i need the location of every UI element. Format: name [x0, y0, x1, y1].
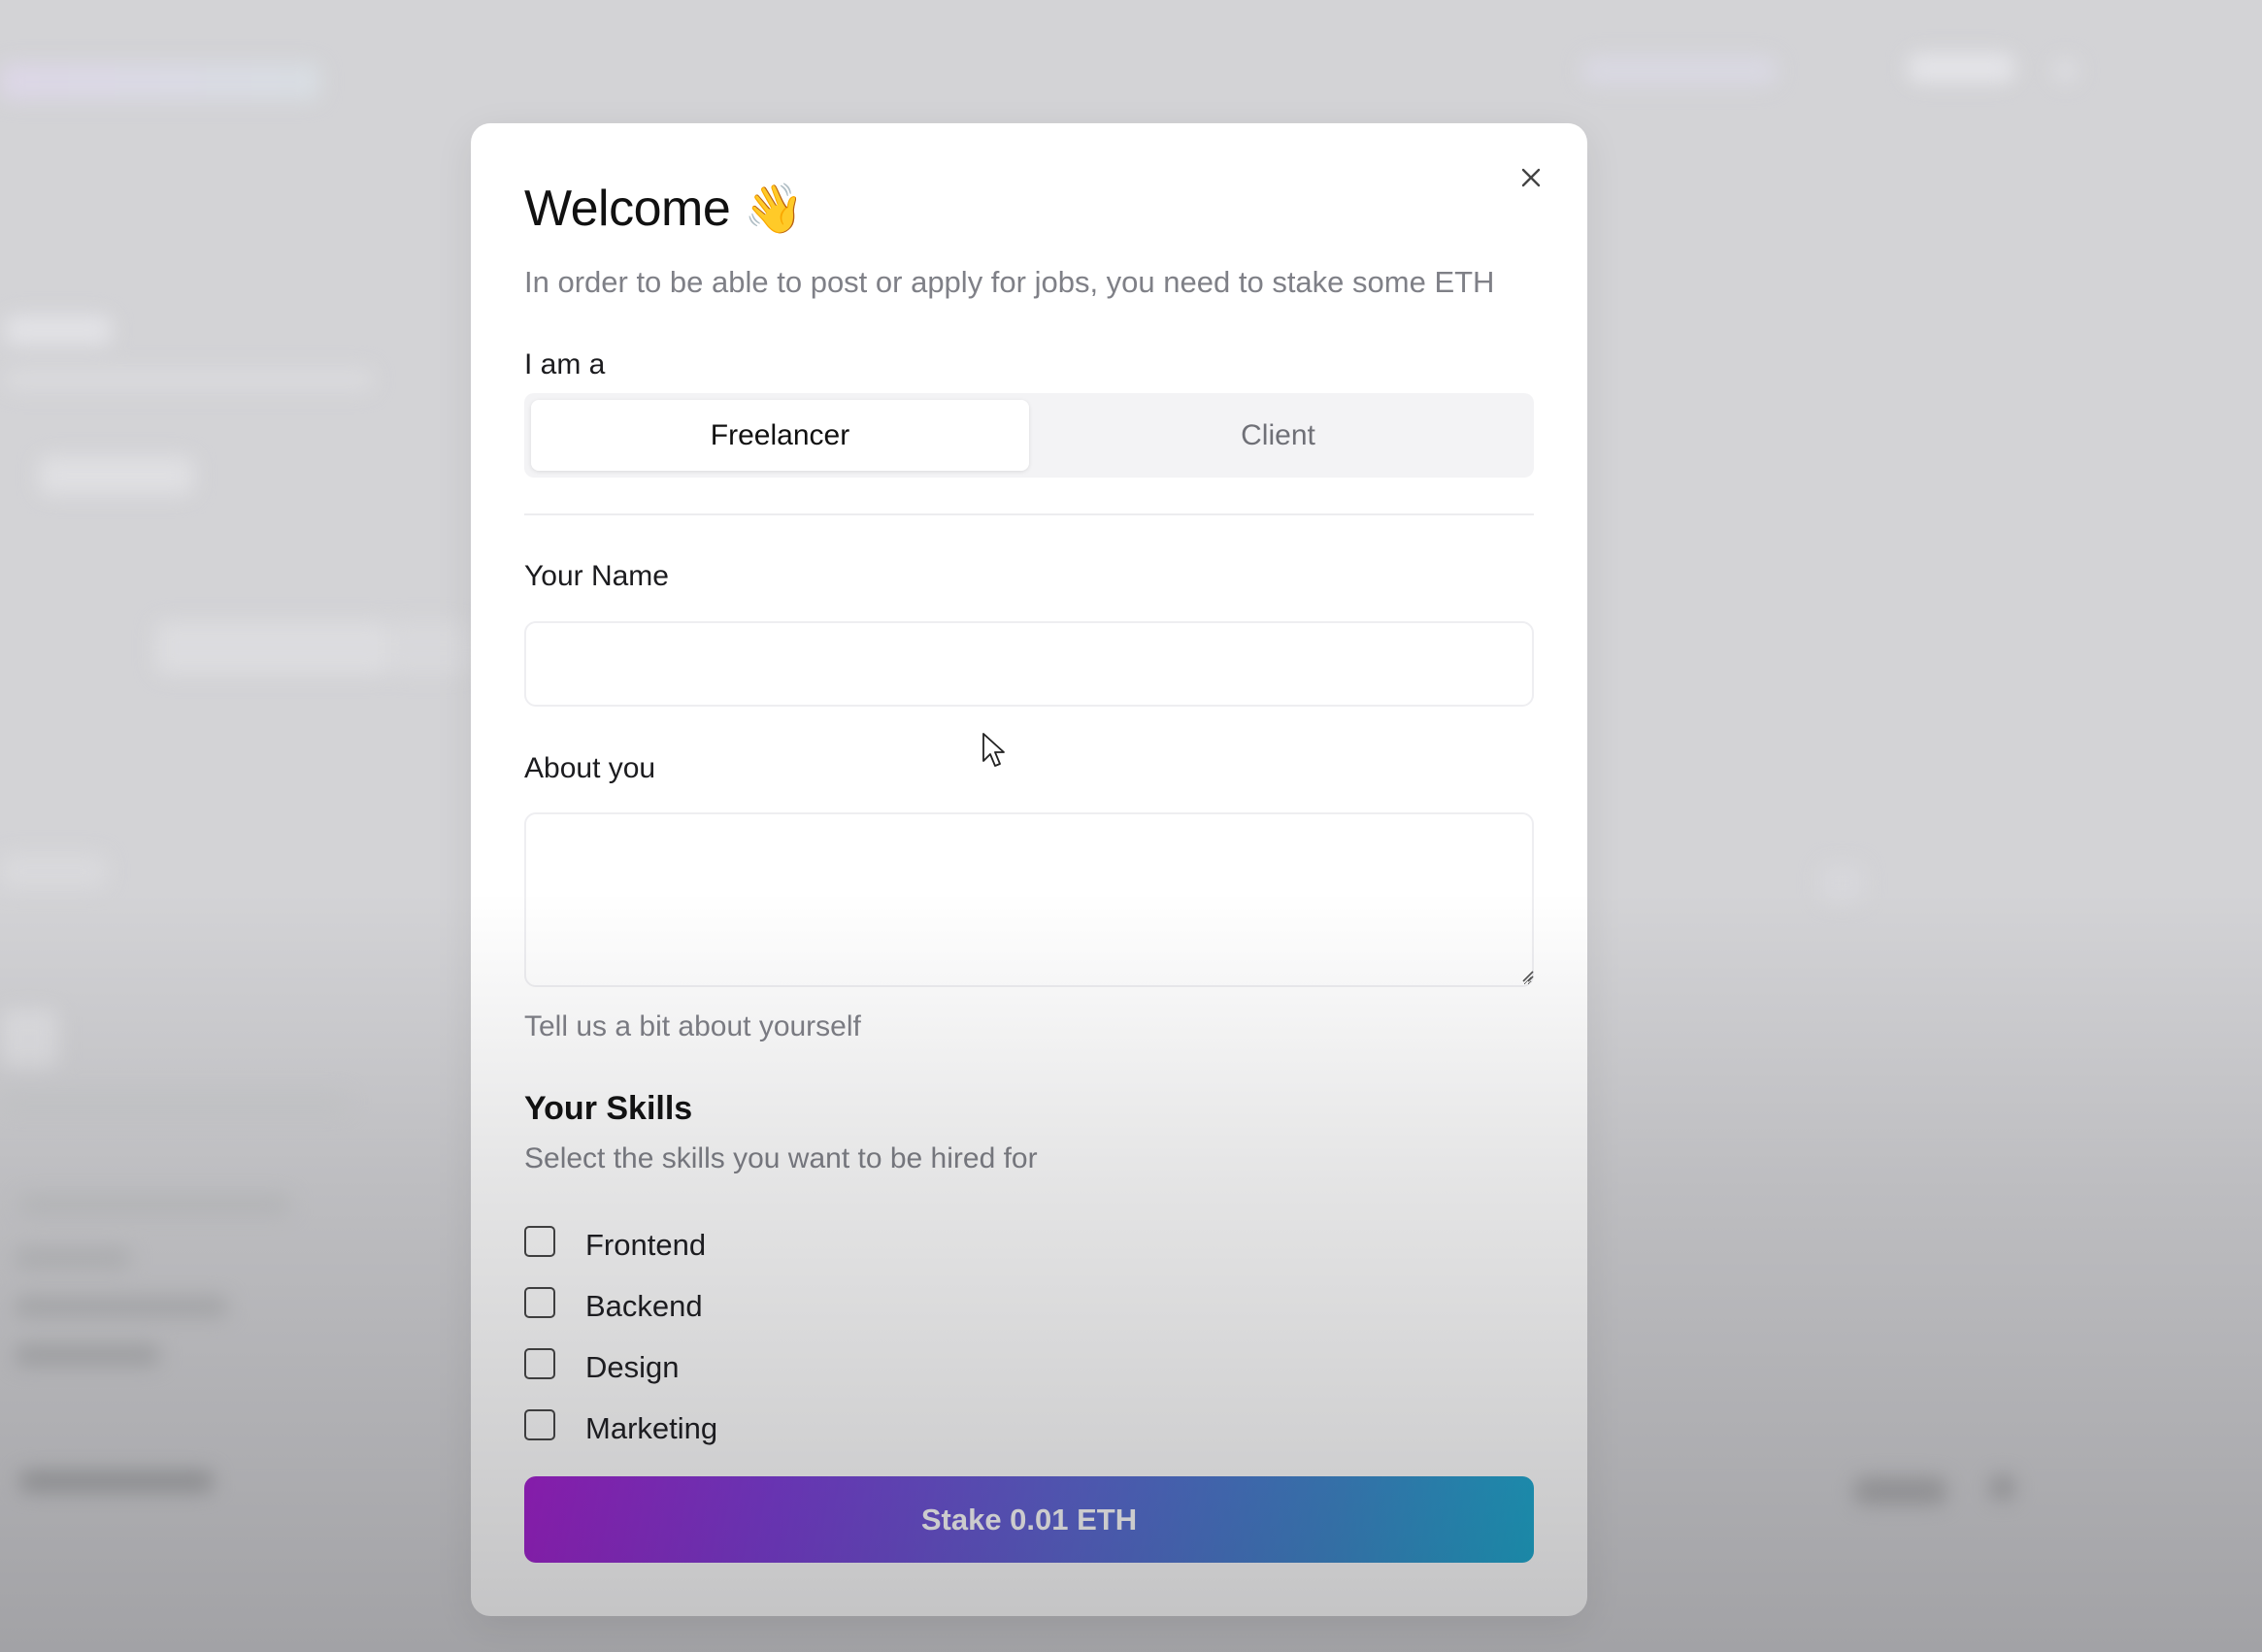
- background-tab: [155, 621, 388, 675]
- skill-label: Backend: [585, 1288, 703, 1323]
- about-label: About you: [524, 752, 656, 784]
- mouse-cursor-icon: [982, 733, 1005, 767]
- background-list-item: [15, 1344, 160, 1366]
- background-list-item: [15, 1247, 131, 1269]
- background-list-item: [19, 1194, 291, 1215]
- skill-label: Marketing: [585, 1410, 718, 1445]
- background-list-item: [15, 1296, 228, 1317]
- role-toggle: Freelancer Client: [524, 393, 1534, 478]
- background-heading: [0, 1009, 58, 1068]
- background-text: [5, 369, 374, 390]
- skill-item-design[interactable]: Design: [524, 1337, 717, 1398]
- background-button: [1854, 1477, 1946, 1504]
- resize-handle-icon[interactable]: [1517, 966, 1535, 983]
- background-nav-item: [1582, 56, 1777, 85]
- background-logo: [0, 63, 320, 100]
- checkbox[interactable]: [524, 1408, 555, 1440]
- background-nav-item: [1908, 53, 2014, 83]
- skills-subtitle: Select the skills you want to be hired f…: [524, 1142, 1038, 1174]
- divider: [524, 513, 1534, 515]
- role-label: I am a: [524, 348, 606, 380]
- checkbox[interactable]: [524, 1347, 555, 1379]
- modal-title-text: Welcome: [524, 181, 731, 237]
- background-text: [0, 854, 107, 888]
- checkbox[interactable]: [524, 1225, 555, 1257]
- waving-hand-icon: 👋: [744, 182, 805, 236]
- background-heading: [5, 315, 112, 345]
- skills-title: Your Skills: [524, 1090, 693, 1127]
- role-option-client[interactable]: Client: [1029, 400, 1527, 471]
- skill-label: Frontend: [585, 1227, 707, 1262]
- skill-label: Design: [585, 1349, 680, 1384]
- background-text: [0, 1092, 349, 1111]
- about-help-text: Tell us a bit about yourself: [524, 1010, 861, 1042]
- skill-item-frontend[interactable]: Frontend: [524, 1214, 717, 1275]
- close-icon: [1521, 168, 1541, 187]
- name-input[interactable]: [524, 621, 1534, 707]
- modal-title: Welcome 👋: [524, 180, 805, 238]
- background-tab: [388, 621, 471, 675]
- about-textarea[interactable]: [524, 812, 1534, 987]
- background-icon: [1820, 864, 1864, 903]
- background-icon: [1990, 1475, 2014, 1500]
- skill-item-marketing[interactable]: Marketing: [524, 1398, 717, 1459]
- background-nav-icon: [2053, 58, 2078, 83]
- stake-button[interactable]: Stake 0.01 ETH: [524, 1476, 1534, 1563]
- welcome-modal: Welcome 👋 In order to be able to post or…: [471, 123, 1587, 1616]
- background-text: [19, 1470, 214, 1492]
- modal-subtitle: In order to be able to post or apply for…: [524, 265, 1495, 299]
- name-label: Your Name: [524, 560, 669, 592]
- background-button: [39, 456, 194, 495]
- checkbox[interactable]: [524, 1286, 555, 1318]
- role-option-freelancer[interactable]: Freelancer: [531, 400, 1029, 471]
- close-button[interactable]: [1512, 158, 1550, 197]
- skill-item-backend[interactable]: Backend: [524, 1275, 717, 1337]
- skills-list: Frontend Backend Design Marketing: [524, 1214, 717, 1459]
